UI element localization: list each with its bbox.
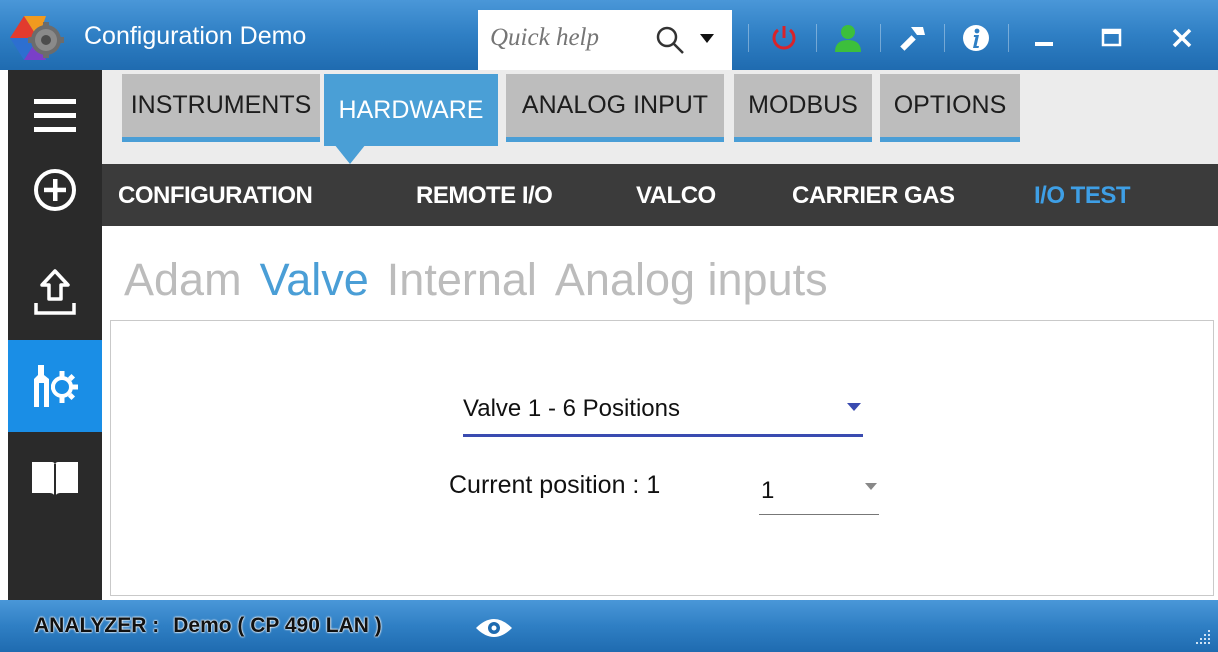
divider: [1008, 24, 1009, 52]
divider: [944, 24, 945, 52]
search-icon[interactable]: [654, 24, 686, 56]
info-icon: [963, 25, 989, 51]
divider: [880, 24, 881, 52]
analyzer-status: ANALYZER : Demo ( CP 490 LAN ): [34, 614, 382, 638]
valve-content-panel: Valve 1 - 6 Positions Current position :…: [110, 320, 1214, 596]
main-tabs: INSTRUMENTS HARDWARE ANALOG INPUT MODBUS…: [102, 70, 1218, 164]
rail-item-docs[interactable]: [8, 432, 102, 524]
navigation-rail: [8, 70, 102, 600]
rail-item-upload[interactable]: [8, 246, 102, 338]
chevron-down-icon[interactable]: [700, 34, 714, 44]
power-button[interactable]: [756, 10, 812, 66]
maximize-icon: [1101, 28, 1122, 47]
resize-grip-icon[interactable]: [1194, 628, 1212, 646]
title-bar: Configuration Demo: [0, 0, 1218, 70]
hamburger-menu-icon: [34, 99, 76, 132]
tab-hardware[interactable]: HARDWARE: [324, 74, 498, 146]
quick-help-box[interactable]: [478, 10, 732, 70]
pivot-header: Adam Valve Internal Analog inputs: [124, 254, 846, 306]
main-panel: INSTRUMENTS HARDWARE ANALOG INPUT MODBUS…: [102, 70, 1218, 600]
power-icon: [772, 26, 796, 50]
pivot-adam[interactable]: Adam: [124, 254, 242, 305]
valve-selector-value: Valve 1 - 6 Positions: [463, 395, 680, 422]
status-bar: ANALYZER : Demo ( CP 490 LAN ): [0, 600, 1218, 652]
sub-navigation: CONFIGURATION REMOTE I/O VALCO CARRIER G…: [102, 164, 1218, 226]
tools-button[interactable]: [884, 10, 940, 66]
wrench-icon: [900, 27, 925, 51]
tab-instruments[interactable]: INSTRUMENTS: [122, 74, 320, 142]
divider: [748, 24, 749, 52]
upload-icon: [34, 269, 76, 315]
subnav-io-test[interactable]: I/O TEST: [1034, 182, 1131, 210]
close-button[interactable]: [1154, 10, 1210, 66]
book-icon: [32, 462, 78, 496]
quick-help-input[interactable]: [490, 22, 630, 54]
chevron-down-icon: [865, 483, 877, 490]
user-button[interactable]: [820, 10, 876, 66]
chevron-down-icon: [847, 403, 861, 411]
active-tab-pointer: [334, 144, 366, 164]
divider: [816, 24, 817, 52]
rail-item-hardware[interactable]: [8, 340, 102, 432]
add-circle-icon: [34, 169, 76, 211]
pivot-valve[interactable]: Valve: [260, 254, 369, 305]
analyzer-value: Demo ( CP 490 LAN ): [173, 614, 382, 637]
user-icon: [835, 25, 861, 52]
position-selector[interactable]: 1: [759, 471, 879, 515]
minimize-icon: [1035, 42, 1053, 46]
info-button[interactable]: [948, 10, 1004, 66]
position-selector-value: 1: [761, 477, 775, 504]
subnav-carrier-gas[interactable]: CARRIER GAS: [792, 182, 955, 210]
subnav-valco[interactable]: VALCO: [636, 182, 716, 210]
app-title: Configuration Demo: [84, 22, 307, 50]
valve-selector[interactable]: Valve 1 - 6 Positions: [463, 391, 863, 437]
tab-modbus[interactable]: MODBUS: [734, 74, 872, 142]
app-logo-icon: [10, 16, 64, 60]
current-position-label: Current position : 1: [449, 471, 661, 499]
pivot-internal[interactable]: Internal: [387, 254, 537, 305]
maximize-button[interactable]: [1084, 10, 1140, 66]
hardware-settings-icon: [34, 365, 78, 407]
eye-icon[interactable]: [474, 616, 514, 640]
rail-item-add[interactable]: [8, 144, 102, 236]
subnav-remote-io[interactable]: REMOTE I/O: [416, 182, 553, 210]
analyzer-label: ANALYZER :: [34, 614, 160, 637]
tab-analog-input[interactable]: ANALOG INPUT: [506, 74, 724, 142]
subnav-configuration[interactable]: CONFIGURATION: [118, 182, 313, 210]
close-icon: [1172, 28, 1192, 48]
tab-options[interactable]: OPTIONS: [880, 74, 1020, 142]
pivot-analog-inputs[interactable]: Analog inputs: [555, 254, 828, 305]
minimize-button[interactable]: [1016, 10, 1072, 66]
